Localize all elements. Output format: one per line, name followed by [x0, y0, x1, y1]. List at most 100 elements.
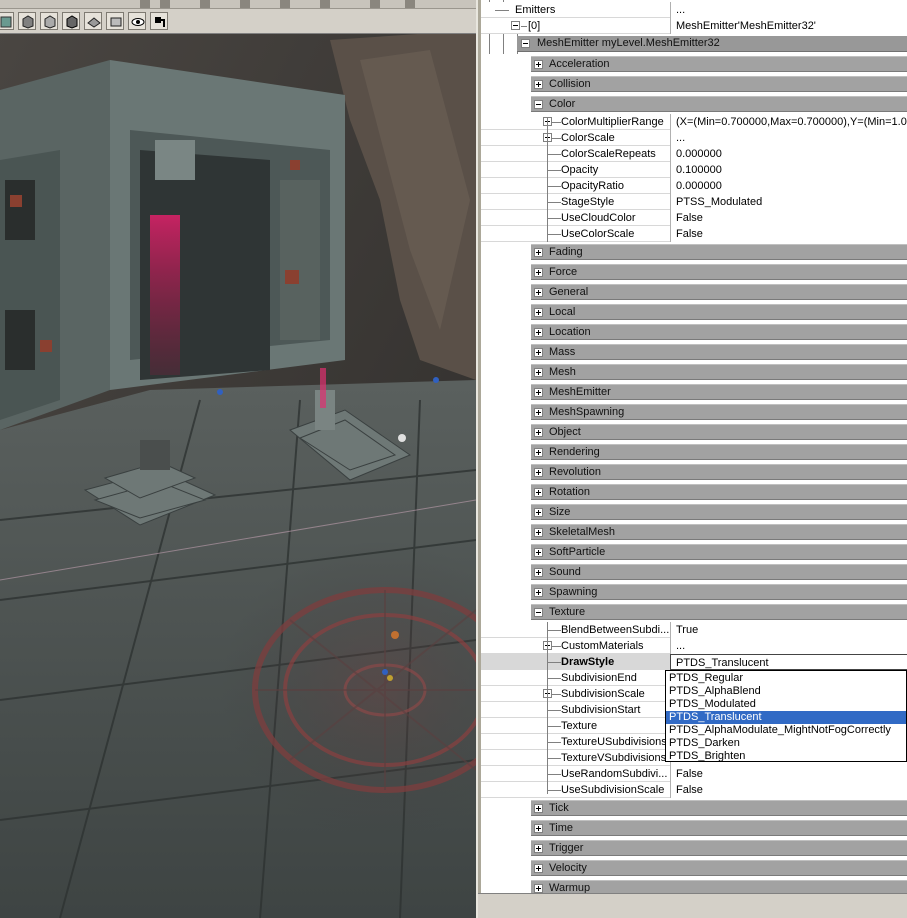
category-bar[interactable]: Force	[531, 264, 907, 280]
category-bar[interactable]: SkeletalMesh	[531, 524, 907, 540]
property-row[interactable]: ColorMultiplierRange (X=(Min=0.700000,Max…	[481, 114, 907, 130]
dropdown-option[interactable]: PTDS_AlphaBlend	[666, 685, 906, 698]
category-row[interactable]: Warmup	[481, 878, 907, 893]
emitter-0-row[interactable]: [0] MeshEmitter'MeshEmitter32'	[481, 18, 907, 34]
dropdown-option[interactable]: PTDS_Regular	[666, 672, 906, 685]
category-row[interactable]: Sound	[481, 562, 907, 582]
actor-tool-icon[interactable]	[150, 12, 168, 30]
category-row[interactable]: Rotation	[481, 482, 907, 502]
mini-icon[interactable]	[140, 0, 150, 8]
category-bar[interactable]: Location	[531, 324, 907, 340]
eye-icon[interactable]	[128, 12, 146, 30]
property-value[interactable]: True	[670, 622, 907, 638]
selected-property-row[interactable]: DrawStyle PTDS_Translucent	[481, 654, 907, 670]
category-row[interactable]: Object	[481, 422, 907, 442]
property-row[interactable]: ColorScale...	[481, 130, 907, 146]
mini-icon[interactable]	[160, 0, 170, 8]
property-row[interactable]: OpacityRatio 0.000000	[481, 178, 907, 194]
property-value[interactable]: ...	[670, 638, 907, 654]
expand-icon[interactable]	[534, 428, 543, 437]
category-row[interactable]: Collision	[481, 74, 907, 94]
expand-icon[interactable]	[534, 248, 543, 257]
property-value[interactable]: False	[670, 226, 907, 242]
category-bar[interactable]: Tick	[531, 800, 907, 816]
property-value[interactable]: PTDS_Translucent	[670, 654, 907, 670]
expand-icon[interactable]	[534, 308, 543, 317]
category-bar[interactable]: Size	[531, 504, 907, 520]
property-value[interactable]: 0.000000	[670, 178, 907, 194]
property-value[interactable]: (X=(Min=0.700000,Max=0.700000),Y=(Min=1.…	[670, 114, 907, 130]
property-row[interactable]: CustomMaterials...	[481, 638, 907, 654]
property-value[interactable]: False	[670, 210, 907, 226]
category-row[interactable]: General	[481, 282, 907, 302]
emitter-0-value[interactable]: MeshEmitter'MeshEmitter32'	[670, 18, 907, 34]
category-row[interactable]: Mesh	[481, 362, 907, 382]
category-bar[interactable]: Collision	[531, 76, 907, 92]
category-row[interactable]: Spawning	[481, 582, 907, 602]
zone-cube-icon[interactable]	[84, 12, 102, 30]
expand-icon[interactable]	[534, 548, 543, 557]
collapse-icon[interactable]	[521, 39, 530, 48]
property-row[interactable]: UseColorScale False	[481, 226, 907, 242]
expand-icon[interactable]	[534, 528, 543, 537]
expand-icon[interactable]	[534, 80, 543, 89]
property-value[interactable]: PTSS_Modulated	[670, 194, 907, 210]
property-row[interactable]: UseCloudColor False	[481, 210, 907, 226]
mini-icon[interactable]	[280, 0, 290, 8]
category-bar[interactable]: Color	[531, 96, 907, 112]
expand-icon[interactable]	[534, 588, 543, 597]
3d-viewport[interactable]	[0, 0, 476, 918]
property-value[interactable]: ...	[670, 130, 907, 146]
textured-cube-icon[interactable]	[18, 12, 36, 30]
expand-icon[interactable]	[534, 804, 543, 813]
expand-icon[interactable]	[534, 408, 543, 417]
dropdown-option[interactable]: PTDS_Darken	[666, 737, 906, 750]
category-row[interactable]: Location	[481, 322, 907, 342]
expand-icon[interactable]	[534, 328, 543, 337]
category-bar[interactable]: General	[531, 284, 907, 300]
property-value[interactable]: False	[670, 766, 907, 782]
category-row[interactable]: Time	[481, 818, 907, 838]
property-row[interactable]: UseRandomSubdivi... False	[481, 766, 907, 782]
mini-icon[interactable]	[240, 0, 250, 8]
expand-icon[interactable]	[534, 568, 543, 577]
expand-icon[interactable]	[534, 468, 543, 477]
wireframe-cube-icon[interactable]	[0, 12, 14, 30]
category-row[interactable]: Mass	[481, 342, 907, 362]
category-bar[interactable]: Time	[531, 820, 907, 836]
mini-icon[interactable]	[405, 0, 415, 8]
category-bar[interactable]: Mass	[531, 344, 907, 360]
category-row[interactable]: Fading	[481, 242, 907, 262]
category-row[interactable]: Velocity	[481, 858, 907, 878]
collapse-icon[interactable]	[534, 608, 543, 617]
expand-icon[interactable]	[534, 368, 543, 377]
property-value[interactable]: False	[670, 782, 907, 798]
mini-icon[interactable]	[320, 0, 330, 8]
category-row[interactable]: Revolution	[481, 462, 907, 482]
property-row[interactable]: Opacity 0.100000	[481, 162, 907, 178]
expand-icon[interactable]	[534, 268, 543, 277]
object-header-row[interactable]: MeshEmitter myLevel.MeshEmitter32	[481, 34, 907, 54]
expand-icon[interactable]	[534, 288, 543, 297]
category-row[interactable]: SoftParticle	[481, 542, 907, 562]
property-value[interactable]: 0.000000	[670, 146, 907, 162]
brush-cube-icon[interactable]	[62, 12, 80, 30]
category-bar[interactable]: Trigger	[531, 840, 907, 856]
lit-cube-icon[interactable]	[40, 12, 58, 30]
category-row[interactable]: Size	[481, 502, 907, 522]
category-row[interactable]: Trigger	[481, 838, 907, 858]
category-bar[interactable]: Velocity	[531, 860, 907, 876]
category-bar[interactable]: Acceleration	[531, 56, 907, 72]
expand-icon[interactable]	[534, 448, 543, 457]
expand-icon[interactable]	[534, 884, 543, 893]
category-bar[interactable]: Object	[531, 424, 907, 440]
category-row[interactable]: Local	[481, 302, 907, 322]
category-bar[interactable]: Sound	[531, 564, 907, 580]
property-row[interactable]: StageStyle PTSS_Modulated	[481, 194, 907, 210]
category-bar[interactable]: Local	[531, 304, 907, 320]
category-bar[interactable]: Rotation	[531, 484, 907, 500]
expand-icon[interactable]	[534, 824, 543, 833]
category-bar[interactable]: Texture	[531, 604, 907, 620]
collapse-icon[interactable]	[534, 100, 543, 109]
mini-icon[interactable]	[200, 0, 210, 8]
